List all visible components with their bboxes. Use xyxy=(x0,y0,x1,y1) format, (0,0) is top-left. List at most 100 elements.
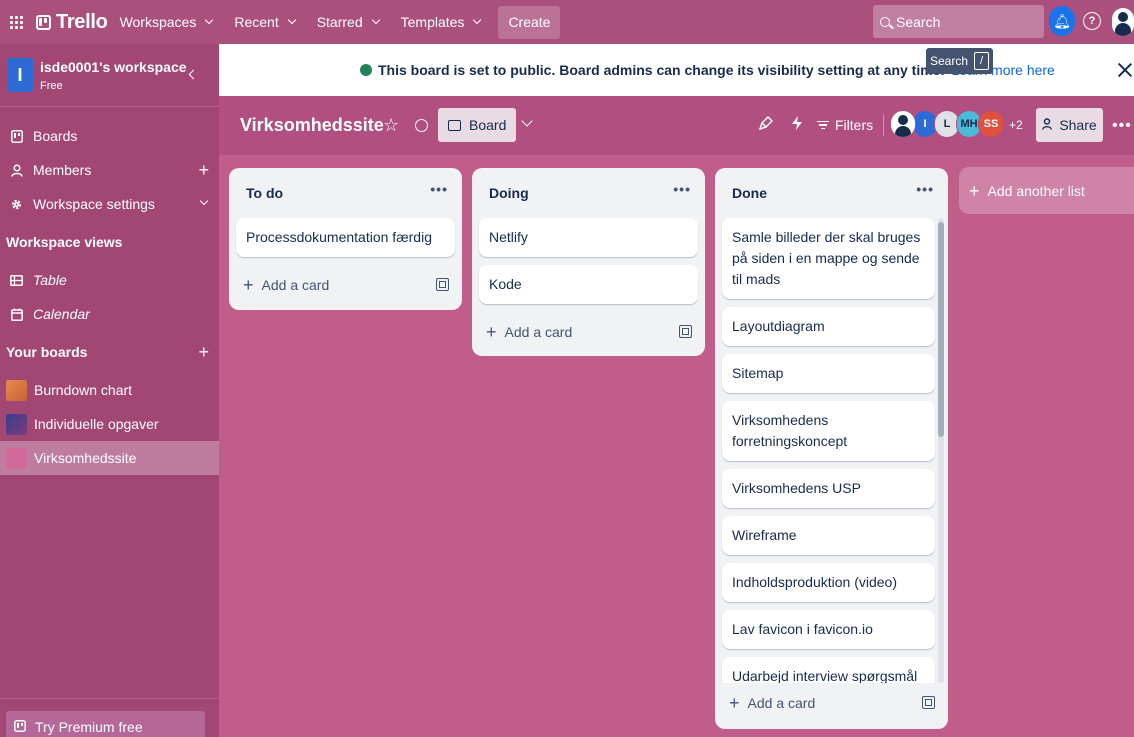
card-template-icon[interactable] xyxy=(922,696,935,709)
sidebar-item-label: Workspace settings xyxy=(33,196,155,212)
trello-board-icon xyxy=(10,129,23,143)
board-title[interactable]: Virksomhedssite xyxy=(240,115,384,136)
card-template-icon[interactable] xyxy=(436,278,449,291)
card[interactable]: Udarbejd interview spørgsmål xyxy=(722,657,935,683)
add-card-button[interactable]: + Add a card xyxy=(715,683,948,723)
card[interactable]: Lav favicon i favicon.io xyxy=(722,610,935,649)
power-ups-rocket-icon[interactable] xyxy=(758,115,774,133)
sidebar-item-workspace-settings[interactable]: Workspace settings xyxy=(0,187,219,221)
premium-icon xyxy=(14,719,26,735)
chevron-down-icon xyxy=(473,15,482,25)
board-thumbnail xyxy=(6,447,27,469)
visibility-globe-icon[interactable] xyxy=(415,119,428,132)
workspace-views-heading: Workspace views xyxy=(6,234,123,250)
add-another-list-button[interactable]: + Add another list xyxy=(959,167,1134,214)
workspaces-menu[interactable]: Workspaces xyxy=(110,6,223,38)
add-card-label: Add a card xyxy=(747,695,816,711)
filters-label: Filters xyxy=(835,117,874,133)
card[interactable]: Sitemap xyxy=(722,354,935,393)
filter-icon xyxy=(817,120,829,130)
sidebar-board-individuelle[interactable]: Individuelle opgaver xyxy=(0,407,219,441)
list-menu-icon[interactable]: ••• xyxy=(673,181,691,197)
scrollbar-thumb[interactable] xyxy=(938,222,944,437)
workspaces-label: Workspaces xyxy=(119,14,197,30)
card[interactable]: Indholdsproduktion (video) xyxy=(722,563,935,602)
more-icon[interactable]: ••• xyxy=(1112,117,1132,135)
card[interactable]: Virksomhedens USP xyxy=(722,469,935,508)
create-button[interactable]: Create xyxy=(498,5,561,39)
sidebar-item-label: Table xyxy=(33,272,67,288)
board-label: Burndown chart xyxy=(34,382,133,398)
card-template-icon[interactable] xyxy=(679,325,692,338)
sidebar-board-burndown[interactable]: Burndown chart xyxy=(0,373,219,407)
member-avatar[interactable]: SS xyxy=(978,110,1004,138)
list-header[interactable]: To do ••• xyxy=(229,168,462,218)
list-cards[interactable]: Samle billeder der skal bruges på siden … xyxy=(715,218,948,683)
card[interactable]: Samle billeder der skal bruges på siden … xyxy=(722,218,935,299)
sidebar-item-boards[interactable]: Boards xyxy=(0,119,219,153)
workspace-logo[interactable]: I xyxy=(7,58,33,92)
chevron-down-icon xyxy=(371,15,380,25)
list-menu-icon[interactable]: ••• xyxy=(916,181,934,197)
close-icon[interactable] xyxy=(1117,62,1132,77)
visibility-banner: This board is set to public. Board admin… xyxy=(219,44,1134,96)
templates-menu[interactable]: Templates xyxy=(391,6,491,38)
list-header[interactable]: Done ••• xyxy=(715,168,948,218)
board-view-label: Board xyxy=(469,117,507,133)
filters-button[interactable]: Filters xyxy=(817,108,873,142)
automation-bolt-icon[interactable] xyxy=(791,116,803,133)
table-icon xyxy=(10,274,23,286)
card[interactable]: Processdokumentation færdig xyxy=(236,218,455,257)
sidebar-item-table[interactable]: Table xyxy=(0,263,219,297)
starred-menu[interactable]: Starred xyxy=(307,6,389,38)
workspace-name[interactable]: isde0001's workspace xyxy=(40,59,187,75)
search-input[interactable]: Search xyxy=(873,5,1044,38)
add-card-button[interactable]: + Add a card xyxy=(472,312,705,352)
plus-icon: + xyxy=(969,180,980,201)
trello-logo[interactable]: Trello xyxy=(36,11,108,34)
add-list-label: Add another list xyxy=(987,182,1085,199)
sidebar-item-label: Members xyxy=(33,162,92,178)
board-members[interactable]: I L MH SS xyxy=(890,110,1004,138)
card[interactable]: Netlify xyxy=(479,218,698,257)
workspace-header: I isde0001's workspace Free xyxy=(0,44,219,107)
create-board-icon[interactable]: + xyxy=(198,343,209,361)
sidebar-item-calendar[interactable]: Calendar xyxy=(0,297,219,331)
help-icon[interactable]: ? xyxy=(1083,12,1101,30)
collapse-sidebar-icon[interactable] xyxy=(188,69,199,80)
add-member-icon[interactable]: + xyxy=(198,161,209,179)
card[interactable]: Wireframe xyxy=(722,516,935,555)
list-done: Done ••• Samle billeder der skal bruges … xyxy=(715,168,948,729)
share-button[interactable]: Share xyxy=(1036,108,1103,142)
notifications-bell-icon[interactable]: 🔔︎ xyxy=(1049,6,1075,36)
list-header[interactable]: Doing ••• xyxy=(472,168,705,218)
list-title[interactable]: Done xyxy=(732,185,767,201)
list-title[interactable]: To do xyxy=(246,185,283,201)
board-view-icon xyxy=(448,119,461,131)
board-view-button[interactable]: Board xyxy=(438,108,517,142)
sidebar: I isde0001's workspace Free Boards Membe… xyxy=(0,44,219,737)
tooltip-shortcut: / xyxy=(974,52,990,70)
card[interactable]: Kode xyxy=(479,265,698,304)
templates-label: Templates xyxy=(400,14,465,30)
add-card-label: Add a card xyxy=(261,277,330,293)
chevron-down-icon[interactable] xyxy=(521,115,533,127)
sidebar-item-members[interactable]: Members + xyxy=(0,153,219,187)
member-avatar[interactable] xyxy=(890,110,916,138)
chevron-down-icon xyxy=(205,15,214,25)
card[interactable]: Virksomhedens forretningskoncept xyxy=(722,401,935,461)
list-menu-icon[interactable]: ••• xyxy=(430,181,448,197)
more-members-count[interactable]: +2 xyxy=(1009,118,1023,132)
star-icon[interactable]: ☆ xyxy=(383,115,399,136)
logo-text: Trello xyxy=(56,10,108,33)
add-card-button[interactable]: + Add a card xyxy=(229,265,462,305)
sidebar-board-virksomhedssite[interactable]: Virksomhedssite xyxy=(0,441,219,475)
board-header: Virksomhedssite ☆ Board Filters I L MH S… xyxy=(219,96,1134,155)
account-avatar[interactable] xyxy=(1112,8,1134,36)
card[interactable]: Layoutdiagram xyxy=(722,307,935,346)
try-premium-button[interactable]: Try Premium free xyxy=(6,711,205,737)
list-title[interactable]: Doing xyxy=(489,185,529,201)
app-switcher-icon[interactable] xyxy=(0,0,32,44)
divider xyxy=(0,698,219,699)
recent-menu[interactable]: Recent xyxy=(224,6,304,38)
